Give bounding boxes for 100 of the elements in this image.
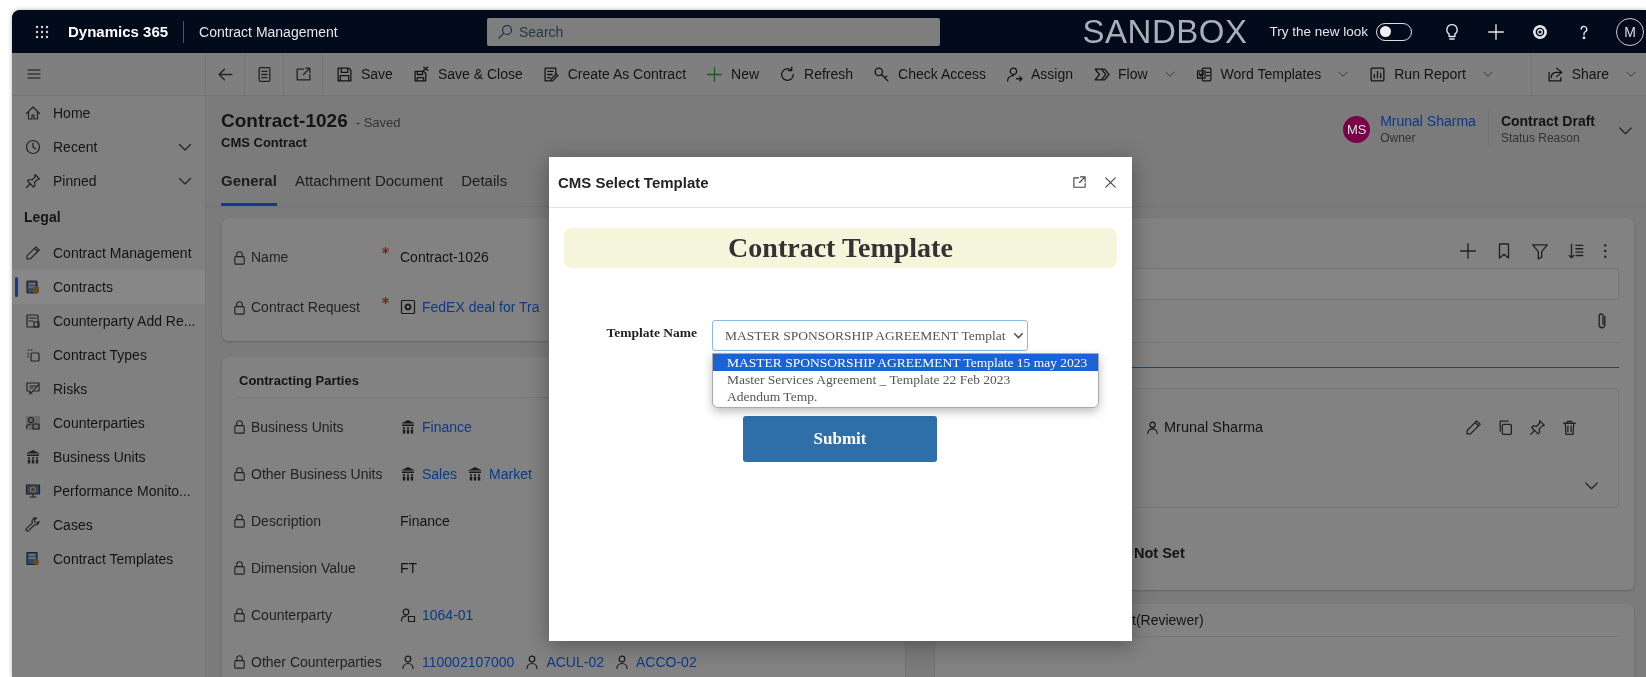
save-status: - Saved [355,115,401,130]
app-launcher-icon[interactable] [34,23,50,40]
nav-item[interactable]: Cases [12,508,205,542]
nav-item[interactable]: Contracts [12,270,205,304]
field-label: Counterparty [251,606,332,623]
lookup-link[interactable]: 110002107000 [422,653,515,670]
more-icon [1602,242,1607,260]
copy-icon [1497,419,1514,436]
search-field[interactable]: Search [487,17,940,46]
toolbar-button[interactable]: Assign [997,58,1083,90]
lookup-link[interactable]: FedEX deal for Tra [422,299,540,315]
dropdown-option[interactable]: MASTER SPONSORSHIP AGREEMENT Template 15 may 2023 [713,354,1098,371]
post-author[interactable]: Mrunal Sharma [1164,419,1264,435]
field-label: Other Counterparties [251,653,382,670]
nav-group-title: Legal [23,208,62,227]
nav-item[interactable]: Contract Templates [12,542,205,576]
toolbar-button[interactable]: Refresh [770,58,863,90]
toolbar-button[interactable]: New [697,58,769,90]
back-arrow-icon [216,65,234,83]
area-name: Contract Management [199,23,338,40]
trash-icon [1561,419,1578,436]
refresh-icon [779,65,797,83]
document-icon [25,551,41,567]
person-icon [614,653,630,670]
note-input-field[interactable] [1132,268,1619,300]
lookup-link[interactable]: ACUL-02 [546,653,604,670]
toolbar-button[interactable]: Check Access [864,58,995,90]
document-icon [25,279,41,295]
menu-button[interactable]: Run Report [1360,58,1503,90]
pin-icon [1529,419,1546,436]
contract-icon [542,65,560,83]
filter-icon [1530,242,1549,260]
share-icon [1546,65,1564,83]
owner-avatar: MS [1343,115,1371,143]
tab[interactable]: General [221,158,277,206]
menu-button[interactable]: Word Templates [1186,58,1359,90]
sort-icon [1566,242,1585,260]
nav-item[interactable]: Risks [12,372,205,406]
search-icon [497,23,513,40]
status-label: Status Reason [1500,131,1581,145]
template-select-field[interactable]: MASTER SPONSORSHIP AGREEMENT Templat [712,320,1028,351]
expand-button[interactable] [1072,174,1087,190]
form-heading: Contract Template [728,232,953,264]
toolbar-button[interactable]: Create As Contract [533,58,696,90]
key-icon [873,65,891,83]
environment-label: SANDBOX [1082,12,1248,51]
status-value: Contract Draft [1500,113,1595,129]
field-value: Finance [400,512,450,529]
plus-icon [706,65,724,83]
nav-item[interactable]: Contract Types [12,338,205,372]
person-icon [400,653,416,670]
nav-item[interactable]: Performance Monito... [12,474,205,508]
field-label: Business Units [251,418,344,435]
lookup-link[interactable]: ACCO-02 [636,653,697,670]
tab[interactable]: Attachment Document [294,158,444,206]
close-icon [1103,174,1118,190]
nav-item[interactable]: Business Units [12,440,205,474]
person-card-icon [400,606,416,623]
nav-item[interactable]: Pinned [12,164,205,198]
toolbar-button[interactable]: Save & Close [403,58,532,90]
nav-item[interactable]: Counterparties [12,406,205,440]
chat-pencil-icon [25,381,41,397]
nav-item[interactable]: Contract Management [12,236,205,270]
lock-icon [232,466,247,481]
building-icon [400,465,416,482]
field-label: Other Business Units [251,465,383,482]
menu-button[interactable]: Flow [1084,58,1185,90]
app-name[interactable]: Dynamics 365 [68,23,169,40]
lock-icon [232,299,247,315]
lookup-link[interactable]: 1064-01 [422,606,474,623]
popout-icon [294,65,312,83]
field-value: Contract-1026 [400,249,489,265]
lock-icon [232,560,247,575]
owner-link[interactable]: Mrunal Sharma [1380,113,1476,129]
field-label: Template Name [605,324,698,341]
person-icon [524,653,541,670]
nav-item[interactable]: Counterparty Add Re... [12,304,205,338]
menu-icon [26,66,42,82]
submit-button[interactable]: Submit [743,416,937,462]
save-icon [336,65,353,83]
building-icon [25,449,41,465]
field-label: Description [251,512,322,529]
plus-icon [1487,22,1505,41]
menu-button[interactable]: Share [1537,58,1646,90]
pencil-icon [1465,419,1482,436]
nav-item[interactable]: Home [12,96,205,130]
lookup-link[interactable]: Finance [422,418,472,435]
plus-icon [1458,242,1477,260]
field-label: Name [251,249,289,265]
word-document-icon [1195,65,1213,83]
lookup-link[interactable]: Market [489,465,532,482]
toolbar-button[interactable]: Save [327,58,402,90]
lookup-link[interactable]: Sales [422,465,458,482]
field-value: FT [400,559,418,576]
close-button[interactable] [1103,174,1118,190]
tab[interactable]: Details [461,158,508,206]
menu-button[interactable] [26,66,42,82]
lookup-icon [400,299,416,315]
nav-item[interactable]: Recent [12,130,205,164]
expand-icon [1072,174,1087,190]
